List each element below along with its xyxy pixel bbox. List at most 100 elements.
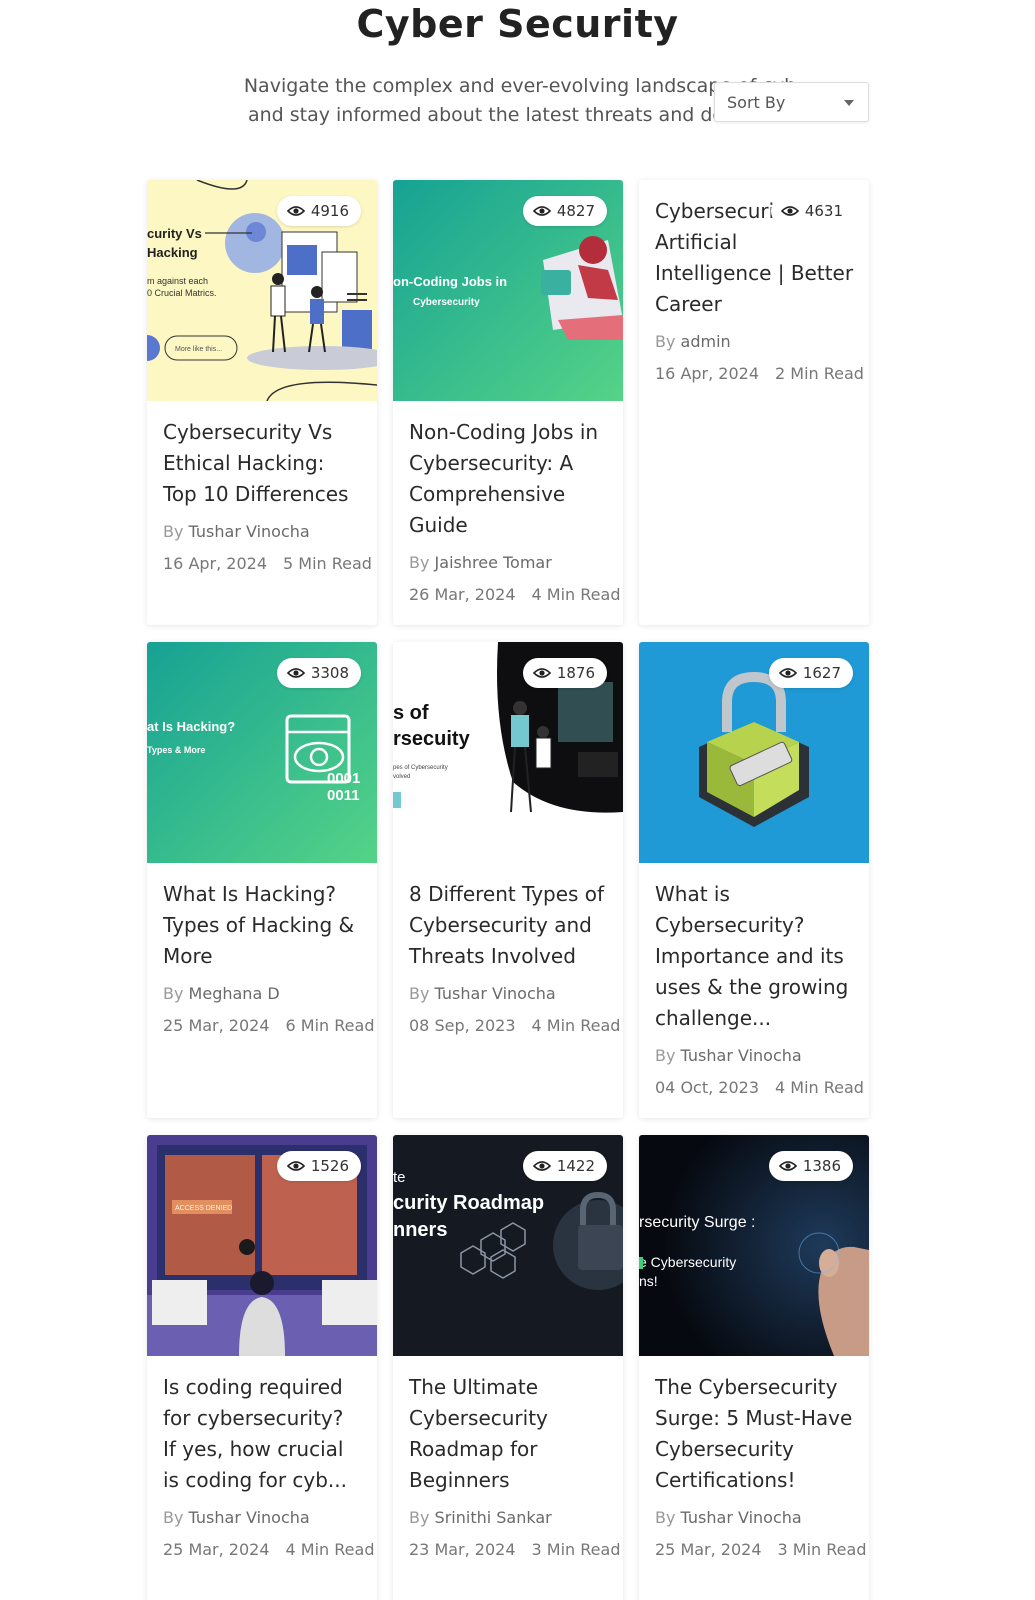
article-title[interactable]: The Ultimate Cybersecurity Roadmap for B… (409, 1372, 607, 1496)
article-meta: 25 Mar, 2024 6 Min Read (163, 1016, 374, 1035)
article-author: By Tushar Vinocha (163, 1508, 361, 1527)
article-card[interactable]: on-Coding Jobs in Cybersecurity 4827 Non… (393, 180, 623, 625)
article-author: By admin (655, 332, 853, 351)
article-thumbnail: on-Coding Jobs in Cybersecurity 4827 (393, 180, 623, 401)
article-title[interactable]: Cybersecurity Vs Ethical Hacking: Top 10… (163, 417, 361, 510)
view-count-badge: 1526 (276, 1151, 361, 1181)
view-count: 4631 (804, 202, 843, 220)
article-card[interactable]: rsecurity Surge : e Cybersecurity ns! 13… (639, 1135, 869, 1600)
read-time: 5 Min Read (283, 554, 372, 573)
by-label: By (163, 984, 184, 1003)
article-title[interactable]: Is coding required for cybersecurity? If… (163, 1372, 361, 1496)
article-thumbnail: 1627 (639, 642, 869, 863)
article-title[interactable]: 8 Different Types of Cybersecurity and T… (409, 879, 607, 972)
eye-icon (532, 206, 551, 216)
thumb-text: ACCESS DENIED (175, 1205, 232, 1212)
article-title[interactable]: The Cybersecurity Surge: 5 Must-Have Cyb… (655, 1372, 853, 1496)
eye-icon (780, 206, 799, 216)
thumb-text: 0 Crucial Matrics. (147, 288, 217, 298)
eye-icon (778, 1161, 797, 1171)
view-count: 1627 (802, 664, 841, 682)
thumb-text: curity Roadmap (393, 1192, 544, 1214)
sort-by-dropdown[interactable]: Sort By (714, 82, 869, 122)
author-name[interactable]: Meghana D (189, 984, 280, 1003)
view-count-badge: 4827 (522, 196, 607, 226)
article-title[interactable]: Non-Coding Jobs in Cybersecurity: A Comp… (409, 417, 607, 541)
page-title: Cyber Security (356, 2, 679, 46)
thumb-text: s of (393, 702, 429, 724)
thumb-text: m against each (147, 276, 208, 286)
article-card[interactable]: te curity Roadmap nners 1422 The Ultimat… (393, 1135, 623, 1600)
thumb-text: Types & More (147, 745, 205, 755)
article-thumbnail: s of rsecuity pes of Cybersecurity volve… (393, 642, 623, 863)
article-card[interactable]: 1627 What is Cybersecurity? Importance a… (639, 642, 869, 1118)
article-card[interactable]: at Is Hacking? Types & More 0001 0011 33… (147, 642, 377, 1118)
author-name[interactable]: Srinithi Sankar (435, 1508, 552, 1527)
view-count: 3308 (310, 664, 349, 682)
article-title[interactable]: What Is Hacking? Types of Hacking & More (163, 879, 361, 972)
article-date: 16 Apr, 2024 (655, 364, 760, 383)
sort-by-label: Sort By (727, 93, 786, 112)
article-meta: 26 Mar, 2024 4 Min Read (409, 585, 620, 604)
read-time: 4 Min Read (531, 585, 621, 604)
article-card[interactable]: 4631 Cybersecuri Artificial Intelligence… (639, 180, 869, 625)
thumb-text: on-Coding Jobs in (393, 274, 507, 289)
view-count: 1386 (802, 1157, 841, 1175)
chevron-down-icon (844, 100, 854, 106)
eye-icon (286, 1161, 305, 1171)
article-card[interactable]: s of rsecuity pes of Cybersecurity volve… (393, 642, 623, 1118)
read-time: 3 Min Read (531, 1540, 621, 1559)
view-count-badge: 1627 (768, 658, 853, 688)
thumb-text: Cybersecurity (413, 297, 480, 308)
article-date: 04 Oct, 2023 (655, 1078, 759, 1097)
view-count-badge: 4916 (276, 196, 361, 226)
thumb-text: curity Vs (147, 226, 202, 241)
article-author: By Tushar Vinocha (655, 1046, 853, 1065)
article-card[interactable]: curity Vs Hacking m against each 0 Cruci… (147, 180, 377, 625)
thumb-text: volved (393, 774, 410, 780)
read-time: 4 Min Read (775, 1078, 864, 1097)
article-date: 26 Mar, 2024 (409, 585, 516, 604)
article-meta: 25 Mar, 2024 3 Min Read (655, 1540, 866, 1559)
author-name[interactable]: Tushar Vinocha (189, 1508, 310, 1527)
article-thumbnail: ACCESS DENIED 1526 (147, 1135, 377, 1356)
view-count-badge: 1876 (522, 658, 607, 688)
view-count: 4916 (310, 202, 349, 220)
thumb-text: ns! (639, 1273, 658, 1289)
thumb-text: pes of Cybersecurity (393, 765, 448, 771)
article-author: By Srinithi Sankar (409, 1508, 607, 1527)
thumb-text: at Is Hacking? (147, 719, 235, 734)
author-name[interactable]: Jaishree Tomar (435, 553, 552, 572)
author-name[interactable]: Tushar Vinocha (435, 984, 556, 1003)
thumb-text: e Cybersecurity (639, 1254, 736, 1270)
read-time: 3 Min Read (777, 1540, 867, 1559)
thumb-text: Hacking (147, 245, 198, 260)
article-meta: 16 Apr, 2024 2 Min Read (655, 364, 864, 383)
eye-icon (286, 206, 305, 216)
view-count-badge: 1422 (522, 1151, 607, 1181)
by-label: By (409, 984, 430, 1003)
article-meta: 04 Oct, 2023 4 Min Read (655, 1078, 864, 1097)
author-name[interactable]: Tushar Vinocha (681, 1508, 802, 1527)
thumb-text: 0011 (327, 787, 360, 804)
article-date: 25 Mar, 2024 (163, 1016, 270, 1035)
eye-icon (286, 668, 305, 678)
article-card[interactable]: ACCESS DENIED 1526 Is coding required fo… (147, 1135, 377, 1600)
thumb-text: 0001 (327, 770, 360, 787)
article-thumbnail: rsecurity Surge : e Cybersecurity ns! 13… (639, 1135, 869, 1356)
article-title[interactable]: What is Cybersecurity? Importance and it… (655, 879, 853, 1034)
article-author: By Tushar Vinocha (655, 1508, 853, 1527)
author-name[interactable]: Tushar Vinocha (681, 1046, 802, 1065)
view-count: 1876 (556, 664, 595, 682)
read-time: 2 Min Read (775, 364, 864, 383)
view-count: 4827 (556, 202, 595, 220)
view-count-badge: 4631 (770, 196, 855, 226)
author-name[interactable]: admin (681, 332, 731, 351)
thumb-text: More like this... (175, 346, 222, 353)
article-meta: 23 Mar, 2024 3 Min Read (409, 1540, 620, 1559)
author-name[interactable]: Tushar Vinocha (189, 522, 310, 541)
article-author: By Tushar Vinocha (409, 984, 607, 1003)
read-time: 4 Min Read (531, 1016, 621, 1035)
article-thumbnail: te curity Roadmap nners 1422 (393, 1135, 623, 1356)
thumb-text: nners (393, 1219, 447, 1241)
